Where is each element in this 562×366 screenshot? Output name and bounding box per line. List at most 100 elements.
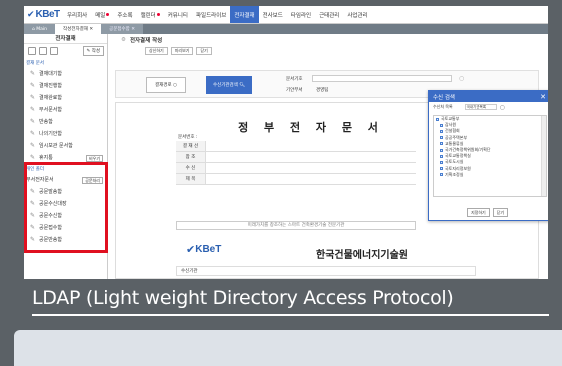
notification-dot bbox=[106, 13, 110, 16]
menu-item[interactable]: 근태관리 bbox=[315, 6, 343, 23]
tab-main[interactable]: ⌂ Main bbox=[24, 24, 56, 34]
sidebar-item[interactable]: ✎ 결재완료함 bbox=[24, 92, 107, 104]
search-icon: ○ bbox=[173, 82, 177, 88]
top-navigation: ✔ KBeT 우리회사 메일 주소록 캘린더 커뮤니티 파일드라이브 전자결재 전사보드 타임라… bbox=[24, 6, 548, 24]
folder-icon[interactable] bbox=[50, 47, 58, 55]
action-button[interactable]: 미리보기 bbox=[170, 47, 194, 55]
notification-dot bbox=[156, 13, 160, 16]
tree-node[interactable]: 기획조정실 bbox=[434, 172, 546, 178]
menu-item[interactable]: 메일 bbox=[91, 6, 113, 23]
document-icon: ✎ bbox=[30, 142, 36, 149]
dialog-button[interactable]: 지정하기 bbox=[467, 208, 490, 217]
org-tree: 국토교통부 감사원 건설협회 공공주택본부 교통물류실 국가건축정책위원회/기획단 국토교통… bbox=[433, 115, 547, 197]
slogan: 미래가치를 창조하는 스마트 건축환경기술 전문기관 bbox=[176, 221, 416, 230]
org-logo: ✔ KBeT bbox=[186, 243, 222, 256]
dept-value: 경영팀 bbox=[316, 88, 329, 93]
sidebar-item[interactable]: ✎ 부서문서함 bbox=[24, 104, 107, 116]
doc-no-input[interactable] bbox=[312, 75, 452, 82]
tab-bar: ⌂ Main 작성전자결재 ✕ 공문접수함 ✕ bbox=[24, 24, 548, 34]
caption-underline bbox=[32, 314, 549, 316]
close-icon[interactable]: ✕ bbox=[131, 27, 135, 32]
sidebar-item[interactable]: ✎ 결재대기함 bbox=[24, 68, 107, 80]
menu-item[interactable]: 커뮤니티 bbox=[164, 6, 192, 23]
document-icon: ✎ bbox=[30, 154, 36, 161]
recipient-search-button[interactable]: 수신기관검색 🔍︎ bbox=[206, 76, 252, 94]
action-button[interactable]: 상신하기 bbox=[145, 47, 168, 55]
logo-check-icon: ✔ bbox=[186, 243, 196, 256]
document-icon: ✎ bbox=[30, 94, 36, 101]
table-row: 참 조 bbox=[176, 152, 416, 163]
dialog-search: 수신처 목록 국내기관목록 ○ bbox=[433, 103, 505, 111]
close-icon[interactable]: ✕ bbox=[89, 27, 93, 32]
organization-name: 한국건물에너지기술원 bbox=[316, 250, 408, 261]
menu-item[interactable]: 파일드라이브 bbox=[192, 6, 230, 23]
tab-current[interactable]: 작성전자결재 ✕ bbox=[55, 24, 102, 34]
logo-check-icon: ✔ bbox=[27, 9, 35, 20]
folder-icon bbox=[440, 167, 443, 171]
folder-icon bbox=[436, 117, 439, 121]
highlight-box bbox=[24, 162, 108, 253]
sidebar-item[interactable]: ✎ 임시보관 문서함 bbox=[24, 140, 107, 152]
table-value[interactable] bbox=[206, 152, 416, 162]
sidebar-item[interactable]: ✎ 반송함 bbox=[24, 116, 107, 128]
close-icon[interactable]: ✕ bbox=[540, 93, 546, 101]
table-row: 제 목 bbox=[176, 174, 416, 185]
document-icon: ✎ bbox=[30, 106, 36, 113]
folder-icon[interactable] bbox=[28, 47, 36, 55]
folder-icon bbox=[440, 148, 443, 152]
table-value[interactable] bbox=[206, 163, 416, 173]
action-button[interactable]: 닫기 bbox=[196, 47, 212, 55]
document-icon: ✎ bbox=[30, 130, 36, 137]
document-icon: ✎ bbox=[30, 118, 36, 125]
menu-item[interactable]: 우리회사 bbox=[63, 6, 91, 23]
menu-item[interactable]: 전사보드 bbox=[259, 6, 287, 23]
table-row: 결 재 선 bbox=[176, 141, 416, 152]
menu-item[interactable]: 주소록 bbox=[113, 6, 136, 23]
sidebar-item[interactable]: ✎ 결재진행함 bbox=[24, 80, 107, 92]
search-icon: 🔍︎ bbox=[239, 82, 245, 88]
company-logo[interactable]: ✔ KBeT bbox=[27, 9, 63, 20]
document-header-table: 결 재 선참 조수 신제 목 bbox=[176, 141, 416, 185]
table-value[interactable] bbox=[206, 174, 416, 184]
doc-no-label: 문서기호 bbox=[286, 77, 303, 82]
gear-icon[interactable]: ⚙ bbox=[121, 37, 126, 43]
menu-item[interactable]: 사업관리 bbox=[343, 6, 371, 23]
search-icon[interactable]: ○ bbox=[500, 104, 505, 111]
document-icon: ✎ bbox=[30, 82, 36, 89]
org-select[interactable]: 국내기관목록 bbox=[464, 104, 497, 110]
dept-label: 기안부서 bbox=[286, 88, 303, 93]
sidebar-item[interactable]: ✎ 나의기안함 bbox=[24, 128, 107, 140]
table-row: 수 신 bbox=[176, 163, 416, 174]
scrollbar[interactable] bbox=[541, 116, 546, 196]
dialog-buttons: 지정하기 닫기 bbox=[467, 208, 511, 217]
folder-icon bbox=[440, 136, 443, 140]
menu-item[interactable]: 전자결재 bbox=[230, 6, 259, 23]
recipient-field[interactable]: 수신기관 bbox=[176, 266, 476, 276]
action-buttons: 상신하기 미리보기 닫기 bbox=[109, 46, 548, 56]
approval-line-button[interactable]: 결재경로 ○ bbox=[146, 77, 186, 93]
tab-other[interactable]: 공문접수함 ✕ bbox=[101, 24, 144, 34]
folder-icon bbox=[440, 123, 443, 127]
folder-icon bbox=[440, 160, 443, 164]
caption: LDAP (Light weight Directory Access Prot… bbox=[0, 280, 562, 324]
sidebar-toolbar: ✎ 작성 bbox=[24, 44, 107, 58]
page-title: ⚙ 전자결재 작성 bbox=[121, 37, 163, 44]
search-icon[interactable]: ○ bbox=[459, 75, 464, 82]
sidebar-title: 전자결재 bbox=[24, 34, 107, 44]
folder-icon bbox=[440, 142, 443, 146]
menu-item[interactable]: 타임라인 bbox=[287, 6, 315, 23]
table-value[interactable] bbox=[206, 141, 416, 151]
folder-icon[interactable] bbox=[39, 47, 47, 55]
doc-number-label: 문서번호 : bbox=[178, 135, 198, 140]
section-heading: 결재 문서 bbox=[26, 61, 44, 66]
recipient-search-dialog: 수신 검색 ✕ 수신처 목록 국내기관목록 ○ 국토교통부 감사원 건설협회 공공주택… bbox=[428, 90, 548, 221]
app-screen: ✔ KBeT 우리회사 메일 주소록 캘린더 커뮤니티 파일드라이브 전자결재 전사보드 타임라… bbox=[24, 6, 548, 279]
caption-text: LDAP (Light weight Directory Access Prot… bbox=[32, 287, 454, 309]
folder-icon bbox=[440, 154, 443, 158]
dialog-header: 수신 검색 ✕ bbox=[429, 91, 548, 102]
menu-item[interactable]: 캘린더 bbox=[137, 6, 164, 23]
empty-button[interactable]: 비우기 bbox=[85, 154, 103, 162]
write-button[interactable]: ✎ 작성 bbox=[82, 46, 104, 56]
dialog-button[interactable]: 닫기 bbox=[492, 208, 509, 217]
bottom-panel bbox=[14, 330, 562, 366]
